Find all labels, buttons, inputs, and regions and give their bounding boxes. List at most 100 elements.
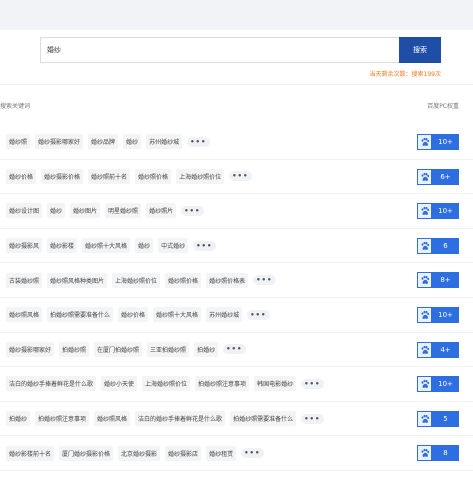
keyword-tag[interactable]: 拍婚纱 bbox=[194, 341, 219, 357]
weight-value: 10+ bbox=[432, 203, 459, 220]
ellipsis-icon[interactable]: ••• bbox=[187, 136, 210, 147]
keyword-tag[interactable]: 洁白的婚纱手捧着鲜花是什么歌 bbox=[135, 411, 226, 427]
keyword-tag[interactable]: 拍婚纱照需要准备什么 bbox=[47, 307, 114, 323]
keyword-tag[interactable]: 婚纱价格 bbox=[118, 307, 149, 323]
keyword-tag-list: 婚纱价格 婚纱摄影价格 婚纱照前十名 婚纱照价格 上海婚纱照价位 ••• bbox=[0, 168, 473, 184]
weight-value: 8 bbox=[432, 445, 459, 462]
keyword-row: 婚纱影楼前十名 厦门婚纱摄影价格 北京婚纱摄影 婚纱摄影店 婚纱租赁 ••• 8 bbox=[0, 436, 473, 471]
keyword-tag[interactable]: 婚纱照风格种类图片 bbox=[47, 272, 108, 288]
keyword-tag[interactable]: 婚纱影楼前十名 bbox=[6, 445, 55, 461]
keyword-tag[interactable]: 拍婚纱 bbox=[6, 411, 31, 427]
ellipsis-icon[interactable]: ••• bbox=[253, 275, 276, 286]
keyword-tag[interactable]: 北京婚纱摄影 bbox=[118, 445, 161, 461]
keyword-tag[interactable]: 婚纱摄影哪家好 bbox=[6, 341, 55, 357]
ellipsis-icon[interactable]: ••• bbox=[229, 171, 252, 182]
keyword-tag[interactable]: 苏州婚纱城 bbox=[146, 134, 183, 150]
paw-icon bbox=[417, 134, 432, 150]
keyword-tag[interactable]: 中式婚纱 bbox=[158, 238, 189, 254]
weight-value: 5 bbox=[432, 410, 459, 427]
keyword-tag-list: 洁白的婚纱手捧着鲜花是什么歌 婚纱小天使 上海婚纱照价位 拍婚纱照注意事项 韩国电影婚纱… bbox=[0, 376, 473, 392]
keyword-tag[interactable]: 古装婚纱照 bbox=[6, 272, 43, 288]
paw-icon bbox=[417, 168, 432, 185]
ellipsis-icon[interactable]: ••• bbox=[193, 240, 216, 251]
paw-icon bbox=[417, 410, 432, 427]
weight-value: 6 bbox=[432, 237, 459, 254]
weight-value: 10+ bbox=[432, 306, 459, 323]
ellipsis-icon[interactable]: ••• bbox=[181, 205, 204, 216]
keyword-row: 婚纱摄影哪家好 拍婚纱照 在厦门拍婚纱照 三亚拍婚纱照 拍婚纱 ••• 4+ bbox=[0, 333, 473, 368]
keyword-tag-list: 婚纱影楼前十名 厦门婚纱摄影价格 北京婚纱摄影 婚纱摄影店 婚纱租赁 ••• bbox=[0, 445, 473, 461]
keyword-tag[interactable]: 上海婚纱照价位 bbox=[112, 272, 161, 288]
keyword-tag-list: 婚纱照风格 拍婚纱照需要准备什么 婚纱价格 婚纱照十大风格 苏州婚纱城 ••• bbox=[0, 307, 473, 323]
weight-value: 6+ bbox=[432, 168, 459, 185]
keyword-tag[interactable]: 婚纱品牌 bbox=[88, 134, 119, 150]
ellipsis-icon[interactable]: ••• bbox=[301, 413, 324, 424]
ellipsis-icon[interactable]: ••• bbox=[223, 344, 246, 355]
pc-weight-badge: 10+ bbox=[417, 376, 459, 393]
keyword-tag[interactable]: 婚纱照前十名 bbox=[88, 168, 131, 184]
pc-weight-badge: 8 bbox=[417, 445, 459, 462]
keyword-row: 婚纱照 婚纱摄影哪家好 婚纱品牌 婚纱 苏州婚纱城 ••• 10+ bbox=[0, 125, 473, 160]
keyword-tag-list: 婚纱照 婚纱摄影哪家好 婚纱品牌 婚纱 苏州婚纱城 ••• bbox=[0, 134, 473, 150]
keyword-tag[interactable]: 婚纱照风格 bbox=[6, 307, 43, 323]
keyword-tag[interactable]: 上海婚纱照价位 bbox=[176, 168, 225, 184]
keyword-tag[interactable]: 婚纱价格 bbox=[6, 168, 37, 184]
keyword-tag[interactable]: 苏州婚纱城 bbox=[206, 307, 243, 323]
pc-weight-badge: 10+ bbox=[417, 134, 459, 150]
keyword-tag-list: 古装婚纱照 婚纱照风格种类图片 上海婚纱照价位 婚纱照价格 婚纱照价格表 ••• bbox=[0, 272, 473, 288]
keyword-tag[interactable]: 婚纱租赁 bbox=[206, 445, 237, 461]
keyword-tag[interactable]: 婚纱图片 bbox=[70, 203, 101, 219]
keyword-tag[interactable]: 拍婚纱照注意事项 bbox=[35, 411, 90, 427]
keyword-row: 婚纱照风格 拍婚纱照需要准备什么 婚纱价格 婚纱照十大风格 苏州婚纱城 ••• 10+ bbox=[0, 298, 473, 333]
keyword-row: 拍婚纱 拍婚纱照注意事项 婚纱照风格 洁白的婚纱手捧着鲜花是什么歌 拍婚纱照需要准备什么… bbox=[0, 402, 473, 437]
ellipsis-icon[interactable]: ••• bbox=[247, 309, 270, 320]
pc-weight-badge: 10+ bbox=[417, 306, 459, 323]
pc-weight-badge: 4+ bbox=[417, 341, 459, 358]
weight-value: 8+ bbox=[432, 272, 459, 289]
paw-icon bbox=[417, 237, 432, 254]
search-input[interactable] bbox=[40, 37, 399, 63]
keyword-tag[interactable]: 拍婚纱照注意事项 bbox=[195, 376, 250, 392]
keyword-tag[interactable]: 在厦门拍婚纱照 bbox=[94, 341, 143, 357]
keyword-tag[interactable]: 婚纱 bbox=[135, 238, 154, 254]
keyword-tag[interactable]: 厦门婚纱摄影价格 bbox=[59, 445, 114, 461]
keyword-tag[interactable]: 婚纱照风格 bbox=[94, 411, 131, 427]
keyword-tag[interactable]: 婚纱设计图 bbox=[6, 203, 43, 219]
keyword-tag[interactable]: 婚纱摄影价格 bbox=[41, 168, 84, 184]
keyword-tag[interactable]: 婚纱 bbox=[47, 203, 66, 219]
keyword-tag[interactable]: 婚纱照 bbox=[6, 134, 31, 150]
keyword-tag[interactable]: 婚纱照十大风格 bbox=[153, 307, 202, 323]
keyword-tag[interactable]: 婚纱小天使 bbox=[101, 376, 138, 392]
paw-icon bbox=[417, 272, 432, 289]
keyword-tag[interactable]: 婚纱照价格 bbox=[165, 272, 202, 288]
keyword-tag[interactable]: 明星婚纱照 bbox=[105, 203, 142, 219]
keyword-tag[interactable]: 婚纱摄影店 bbox=[165, 445, 202, 461]
remaining-quota-text: 当天剩余次数：搜索199次 bbox=[369, 71, 441, 78]
keyword-tag[interactable]: 拍婚纱照需要准备什么 bbox=[230, 411, 297, 427]
keyword-tag[interactable]: 洁白的婚纱手捧着鲜花是什么歌 bbox=[6, 376, 97, 392]
ellipsis-icon[interactable]: ••• bbox=[241, 448, 264, 459]
keyword-tag[interactable]: 婚纱照价格 bbox=[135, 168, 172, 184]
keyword-tag[interactable]: 婚纱摄影哪家好 bbox=[35, 134, 84, 150]
keyword-tag-list: 拍婚纱 拍婚纱照注意事项 婚纱照风格 洁白的婚纱手捧着鲜花是什么歌 拍婚纱照需要准备什么… bbox=[0, 411, 473, 427]
keyword-rows: 婚纱照 婚纱摄影哪家好 婚纱品牌 婚纱 苏州婚纱城 ••• 10+ 婚纱价格 婚纱摄影价格 婚纱照… bbox=[0, 125, 473, 471]
paw-icon bbox=[417, 445, 432, 462]
keyword-tag[interactable]: 婚纱照片 bbox=[146, 203, 177, 219]
search-button[interactable]: 搜索 bbox=[399, 37, 441, 63]
keyword-tag[interactable]: 婚纱照价格表 bbox=[206, 272, 249, 288]
search-bar: 搜索 bbox=[40, 37, 441, 63]
keyword-tag-list: 婚纱设计图 婚纱 婚纱图片 明星婚纱照 婚纱照片 ••• bbox=[0, 203, 473, 219]
ellipsis-icon[interactable]: ••• bbox=[301, 378, 324, 389]
keyword-tag[interactable]: 婚纱摄影风 bbox=[6, 238, 43, 254]
keywords-column-header: 搜索关键词 bbox=[0, 103, 31, 110]
weight-value: 10+ bbox=[432, 376, 459, 393]
keyword-tag[interactable]: 三亚拍婚纱照 bbox=[147, 341, 190, 357]
keyword-tag[interactable]: 上海婚纱照价位 bbox=[142, 376, 191, 392]
pc-weight-badge: 6 bbox=[417, 237, 459, 254]
keyword-tag[interactable]: 婚纱影楼 bbox=[47, 238, 78, 254]
keyword-tag[interactable]: 拍婚纱照 bbox=[59, 341, 90, 357]
keyword-tag[interactable]: 韩国电影婚纱 bbox=[254, 376, 297, 392]
weight-value: 10+ bbox=[432, 134, 459, 150]
keyword-tag[interactable]: 婚纱照十大风格 bbox=[82, 238, 131, 254]
keyword-tag[interactable]: 婚纱 bbox=[123, 134, 142, 150]
